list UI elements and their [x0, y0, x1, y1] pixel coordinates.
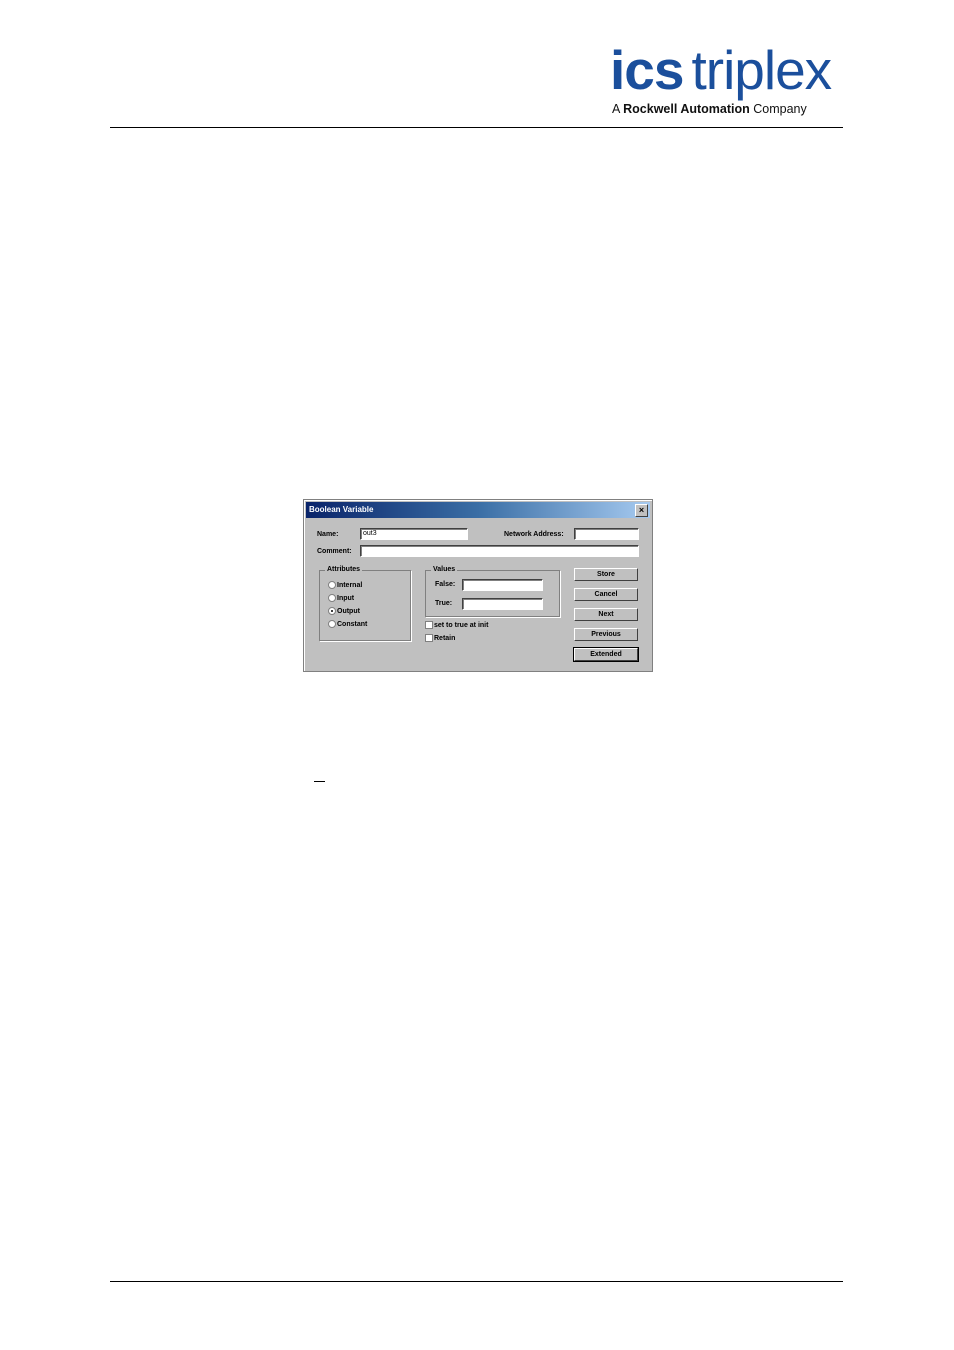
checkbox-icon	[425, 634, 433, 642]
radio-output-label: Output	[337, 607, 360, 615]
true-label: True:	[435, 600, 453, 607]
next-button[interactable]: Next	[574, 608, 638, 621]
checkbox-icon	[425, 621, 433, 629]
comment-label: Comment:	[317, 548, 352, 555]
text-underline-mark	[314, 781, 325, 782]
radio-output[interactable]: Output	[328, 607, 360, 615]
attributes-title: Attributes	[325, 566, 363, 573]
close-icon[interactable]: ×	[635, 504, 648, 517]
false-label: False:	[435, 581, 456, 588]
tagline-prefix: A	[612, 102, 624, 116]
radio-input[interactable]: Input	[328, 594, 354, 602]
store-button[interactable]: Store	[574, 568, 638, 581]
values-title: Values	[431, 566, 458, 573]
radio-constant[interactable]: Constant	[328, 620, 367, 628]
comment-input[interactable]	[360, 545, 639, 557]
logo-wordmark: ics triplex	[610, 39, 832, 101]
tagline-suffix: Company	[749, 102, 807, 116]
dialog-titlebar[interactable]: Boolean Variable ×	[306, 502, 650, 518]
radio-icon	[328, 581, 336, 589]
previous-button[interactable]: Previous	[574, 628, 638, 641]
retain-checkbox[interactable]: Retain	[425, 634, 455, 642]
boolean-variable-dialog: Boolean Variable × Name: out3 Network Ad…	[303, 499, 653, 672]
set-true-at-init-label: set to true at init	[434, 621, 489, 629]
logo-tagline: A Rockwell Automation Company	[612, 102, 807, 116]
values-group: Values False: True:	[425, 566, 560, 617]
set-true-at-init-checkbox[interactable]: set to true at init	[425, 621, 488, 629]
cancel-button[interactable]: Cancel	[574, 588, 638, 601]
name-input[interactable]: out3	[360, 528, 468, 540]
radio-internal-label: Internal	[337, 581, 363, 589]
radio-selected-icon	[328, 607, 336, 615]
name-label: Name:	[317, 531, 339, 538]
header-divider	[110, 127, 843, 128]
network-address-input[interactable]	[574, 528, 639, 540]
radio-icon	[328, 594, 336, 602]
company-logo: ics triplex A Rockwell Automation Company	[610, 40, 845, 120]
network-address-label: Network Address:	[504, 531, 564, 538]
footer-divider	[110, 1281, 843, 1282]
false-value-input[interactable]	[462, 579, 543, 591]
attributes-group: Attributes Internal Input Output Constan…	[319, 566, 411, 641]
radio-constant-label: Constant	[337, 620, 368, 628]
logo-ics: ics	[610, 39, 684, 101]
dialog-title: Boolean Variable	[309, 505, 374, 514]
radio-icon	[328, 620, 336, 628]
tagline-brand: Rockwell Automation	[623, 102, 750, 116]
radio-internal[interactable]: Internal	[328, 581, 362, 589]
true-value-input[interactable]	[462, 598, 543, 610]
retain-label: Retain	[434, 634, 456, 642]
radio-input-label: Input	[337, 594, 355, 602]
extended-button[interactable]: Extended	[573, 647, 639, 662]
logo-triplex: triplex	[691, 39, 832, 101]
